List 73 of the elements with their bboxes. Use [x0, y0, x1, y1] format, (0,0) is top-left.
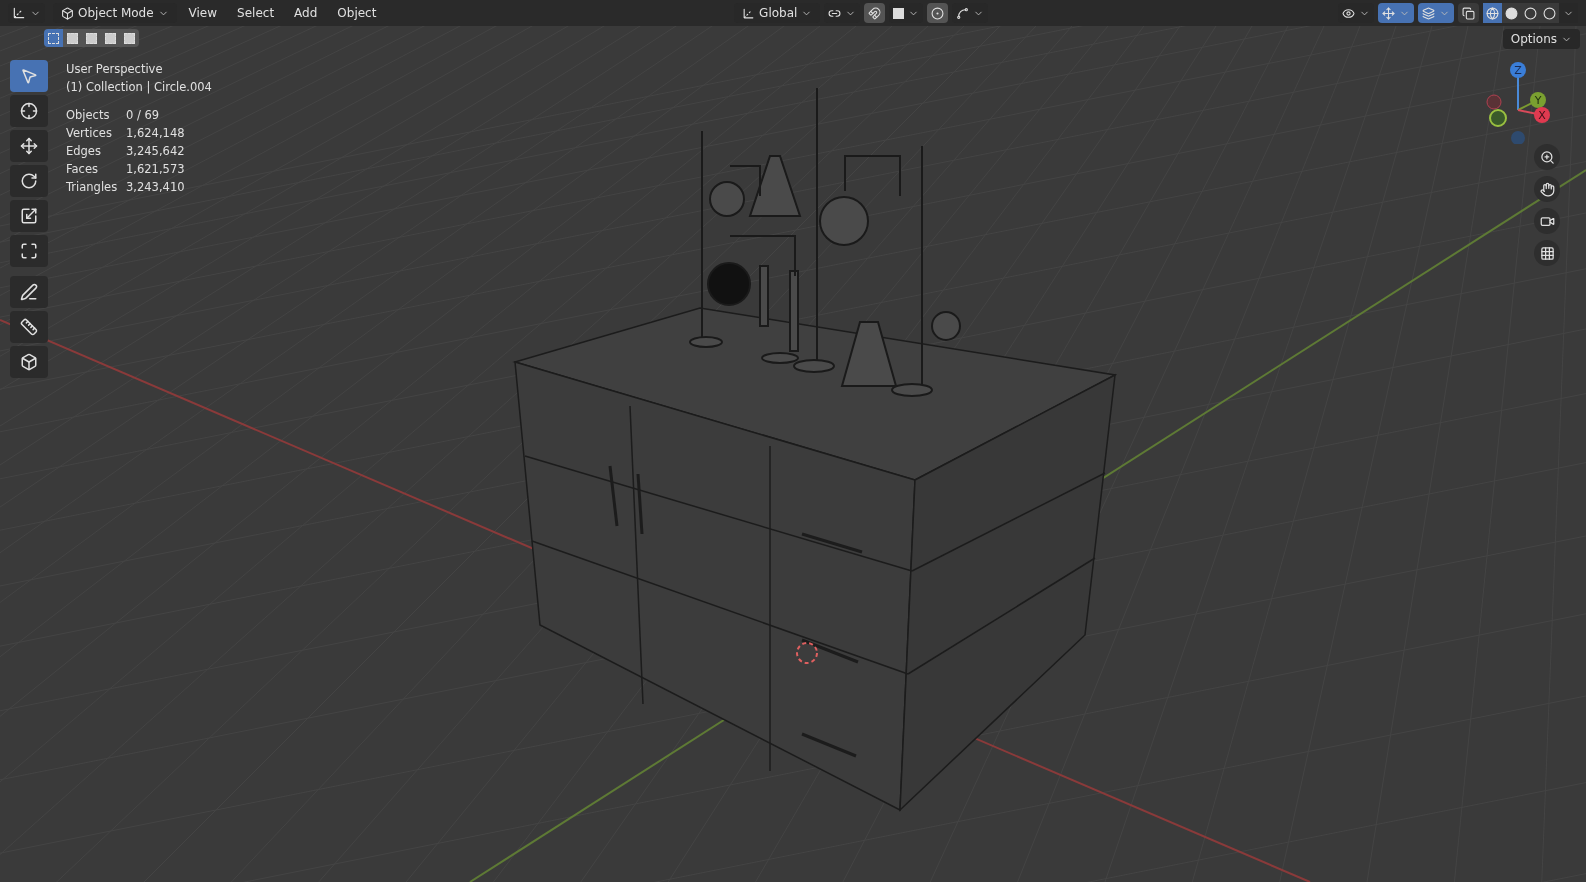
gizmo-toggle[interactable] [1378, 3, 1414, 23]
xray-toggle[interactable] [1458, 3, 1479, 23]
zoom-button[interactable] [1534, 144, 1560, 170]
eye-icon [1342, 6, 1355, 20]
select-mode-icon [86, 32, 97, 44]
stat-value: 3,243,410 [126, 179, 186, 196]
view-name: User Perspective [66, 61, 164, 78]
rendered-shading-button[interactable] [1540, 3, 1559, 23]
stat-value: 1,624,148 [126, 125, 186, 142]
tool-button[interactable] [10, 276, 48, 308]
stat-label: Objects [66, 107, 111, 124]
dot-icon [931, 6, 945, 20]
stat-value: 1,621,573 [126, 161, 186, 178]
magnet-icon [868, 6, 882, 20]
rotate-icon [20, 172, 38, 190]
measure-icon [20, 318, 38, 336]
wireframe-shading-button[interactable] [1483, 3, 1502, 23]
tool-button[interactable] [10, 235, 48, 267]
menu-item[interactable]: Add [286, 3, 326, 23]
grid-icon [1539, 245, 1555, 261]
stat-label: Edges [66, 143, 102, 160]
tool-button[interactable] [10, 95, 48, 127]
sphere-icon [1524, 6, 1537, 20]
select-mode-icon [67, 32, 78, 44]
curve-icon [956, 6, 970, 20]
stat-value: 3,245,642 [126, 143, 186, 160]
3d-cursor-icon [796, 642, 818, 664]
overlay-icon [1422, 6, 1435, 20]
overlay-toggle[interactable] [1418, 3, 1454, 23]
gizmo-icon [1382, 6, 1395, 20]
options-dropdown[interactable]: Options [1502, 29, 1580, 49]
tool-button[interactable] [10, 165, 48, 197]
solid-shading-button[interactable] [1502, 3, 1521, 23]
select-mode-button[interactable] [63, 29, 82, 47]
cursor-icon [20, 102, 38, 120]
hand-icon [1539, 181, 1555, 197]
stat-label: Faces [66, 161, 99, 178]
camera-button[interactable] [1534, 208, 1560, 234]
transform-icon [20, 242, 38, 260]
select-mode-button[interactable] [120, 29, 139, 47]
menu-item[interactable]: Select [229, 3, 283, 23]
scale-icon [20, 207, 38, 225]
annotate-icon [20, 283, 38, 301]
wireframe-icon [1486, 6, 1499, 20]
sphere-icon [1505, 6, 1518, 20]
stat-value: 0 / 69 [126, 107, 161, 124]
select-mode-icon [105, 32, 116, 44]
menu-item[interactable]: Object [329, 3, 385, 23]
tool-button[interactable] [10, 130, 48, 162]
tool-button[interactable] [10, 200, 48, 232]
context-info: (1) Collection | Circle.004 [66, 79, 212, 96]
add-cube-icon [20, 353, 38, 371]
sphere-icon [1543, 6, 1556, 20]
object-icon [61, 6, 74, 20]
proportional-toggle[interactable] [927, 3, 949, 23]
axes-icon [742, 6, 756, 20]
pan-button[interactable] [1534, 176, 1560, 202]
tool-button[interactable] [10, 346, 48, 378]
square-icon [893, 7, 905, 19]
move-icon [20, 137, 38, 155]
projection-button[interactable] [1534, 240, 1560, 266]
navigation-gizmo[interactable]: Z Y X [1482, 60, 1572, 144]
snap-toggle[interactable] [864, 3, 886, 23]
menu-item[interactable]: View [180, 3, 226, 23]
xray-icon [1462, 6, 1475, 20]
zoom-icon [1539, 149, 1555, 165]
stat-label: Triangles [66, 179, 119, 196]
select-mode-button[interactable] [44, 29, 63, 47]
tool-button[interactable] [10, 311, 48, 343]
select-mode-icon [48, 32, 59, 44]
stat-label: Vertices [66, 125, 113, 142]
select-mode-icon [124, 32, 135, 44]
select-box-icon [20, 67, 38, 85]
